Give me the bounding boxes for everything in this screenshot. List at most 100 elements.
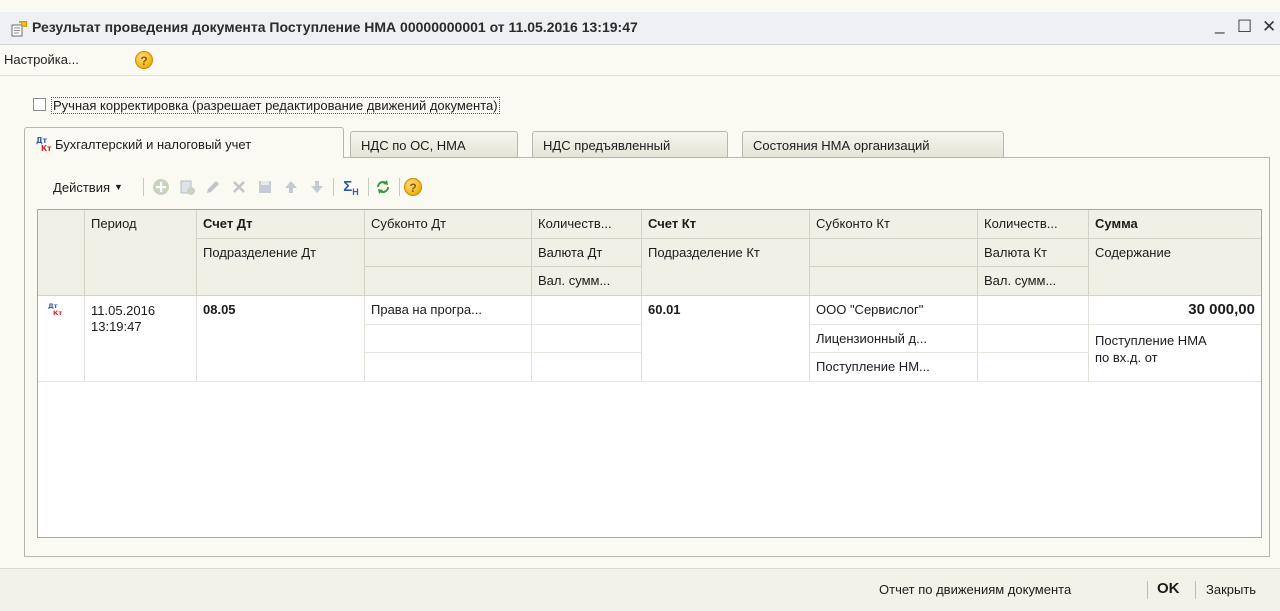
copy-button[interactable] [176,175,198,199]
move-down-icon [311,181,323,193]
toolbar-separator [333,178,334,196]
toolbar-separator [399,178,400,196]
tab-vat-fixed-assets[interactable]: НДС по ОС, НМА [350,131,518,157]
row-content[interactable]: Поступление НМА по вх.д. от [1089,325,1261,382]
tab-intangible-states-label: Состояния НМА организаций [753,138,930,153]
help-icon: ? [404,178,422,196]
header-dt-division[interactable]: Подразделение Дт [197,239,365,296]
tab-vat-presented-label: НДС предъявленный [543,138,671,153]
row-kt-currency[interactable] [978,325,1089,353]
sum-symbol: Σ [343,177,353,195]
header-dt-subconto-3[interactable] [365,267,532,296]
report-movements-button[interactable]: Отчет по движениям документа [879,582,1071,597]
settings-menu[interactable]: Настройка... [4,52,79,67]
edit-button[interactable] [202,175,224,199]
move-down-button[interactable] [306,175,328,199]
menu-bar: Настройка... ? [0,45,1280,76]
row-dt-subconto-1[interactable]: Права на програ... [365,296,532,325]
tab-accounting[interactable]: Дт Кт Бухгалтерский и налоговый учет [24,127,344,158]
row-period-time: 13:19:47 [91,319,142,334]
edit-icon [207,181,219,193]
manual-correction-checkbox[interactable] [33,98,46,111]
row-dt-quantity[interactable] [532,296,642,325]
row-dt-currency[interactable] [532,325,642,353]
delete-button[interactable] [228,175,250,199]
header-dt-account[interactable]: Счет Дт [197,210,365,239]
move-up-button[interactable] [280,175,302,199]
header-kt-quantity[interactable]: Количеств... [978,210,1089,239]
manual-correction-label[interactable]: Ручная корректировка (разрешает редактир… [51,97,500,114]
dt-kt-icon: Дт Кт [36,136,52,152]
svg-text:Кт: Кт [53,309,62,317]
delete-icon [233,181,245,193]
window-title: Результат проведения документа Поступлен… [32,19,638,35]
row-dt-subconto-3[interactable] [365,353,532,382]
actions-menu-button[interactable]: Действия ▼ [38,175,138,199]
row-dt-subconto-2[interactable] [365,325,532,353]
title-bar: Результат проведения документа Поступлен… [0,12,1280,45]
header-dt-currency[interactable]: Валюта Дт [532,239,642,267]
tab-vat-fixed-assets-label: НДС по ОС, НМА [361,138,466,153]
command-separator [1195,581,1196,599]
row-period-cell[interactable]: 11.05.2016 13:19:47 [85,296,197,382]
help-button[interactable]: ? [402,175,424,199]
actions-label: Действия [53,179,111,195]
tab-accounting-label: Бухгалтерский и налоговый учет [55,137,252,152]
row-dt-currency-amount[interactable] [532,353,642,382]
row-dt-account[interactable]: 08.05 [197,296,365,382]
dt-kt-icon: Дт Кт [48,302,62,317]
postings-grid[interactable]: Период Счет Дт Субконто Дт Количеств... … [37,209,1262,538]
caret-down-icon: ▼ [114,182,123,192]
document-posting-result-window: Результат проведения документа Поступлен… [0,0,1280,611]
header-dt-subconto-2[interactable] [365,239,532,267]
help-icon[interactable]: ? [135,51,153,69]
save-icon [259,181,271,193]
row-content-line1: Поступление НМА [1095,333,1207,348]
tab-vat-presented[interactable]: НДС предъявленный [532,131,728,157]
header-kt-currency[interactable]: Валюта Кт [978,239,1089,267]
move-up-icon [285,181,297,193]
header-period[interactable]: Период [85,210,197,296]
header-kt-division[interactable]: Подразделение Кт [642,239,810,296]
header-dt-quantity[interactable]: Количеств... [532,210,642,239]
row-kt-subconto-1[interactable]: ООО "Сервислог" [810,296,978,325]
document-posting-icon [11,21,27,37]
row-kt-currency-amount[interactable] [978,353,1089,382]
refresh-button[interactable] [372,175,394,199]
minimize-button[interactable]: _ [1215,15,1224,35]
ok-button[interactable]: OK [1157,580,1180,597]
header-kt-subconto-2[interactable] [810,239,978,267]
command-bar: Отчет по движениям документа OK Закрыть [0,568,1280,611]
header-kt-subconto[interactable]: Субконто Кт [810,210,978,239]
add-button[interactable] [150,175,172,199]
tab-intangible-states[interactable]: Состояния НМА организаций [742,131,1004,157]
row-kt-subconto-3[interactable]: Поступление НМ... [810,353,978,382]
maximize-button[interactable]: ☐ [1237,17,1252,37]
header-kt-subconto-3[interactable] [810,267,978,296]
close-window-button[interactable]: ✕ [1262,17,1276,37]
row-icon-cell: Дт Кт [38,296,85,382]
close-button[interactable]: Закрыть [1206,582,1256,597]
row-period-date: 11.05.2016 [91,303,156,318]
save-button[interactable] [254,175,276,199]
row-content-line2: по вх.д. от [1095,350,1158,365]
toolbar-separator [368,178,369,196]
sum-button[interactable]: ΣH [338,175,364,199]
row-kt-quantity[interactable] [978,296,1089,325]
row-kt-subconto-2[interactable]: Лицензионный д... [810,325,978,353]
header-dt-currency-amount[interactable]: Вал. сумм... [532,267,642,296]
header-kt-currency-amount[interactable]: Вал. сумм... [978,267,1089,296]
header-content[interactable]: Содержание [1089,239,1261,296]
add-icon [153,179,169,195]
header-icon-column [38,210,85,296]
sum-icon: ΣH [343,178,359,197]
header-amount[interactable]: Сумма [1089,210,1261,239]
toolbar-separator [143,178,144,196]
copy-icon [180,180,195,195]
svg-text:Кт: Кт [41,144,52,152]
row-kt-account[interactable]: 60.01 [642,296,810,382]
header-dt-subconto[interactable]: Субконто Дт [365,210,532,239]
header-kt-account[interactable]: Счет Кт [642,210,810,239]
row-amount[interactable]: 30 000,00 [1089,296,1261,325]
sum-subscript: H [352,186,359,197]
